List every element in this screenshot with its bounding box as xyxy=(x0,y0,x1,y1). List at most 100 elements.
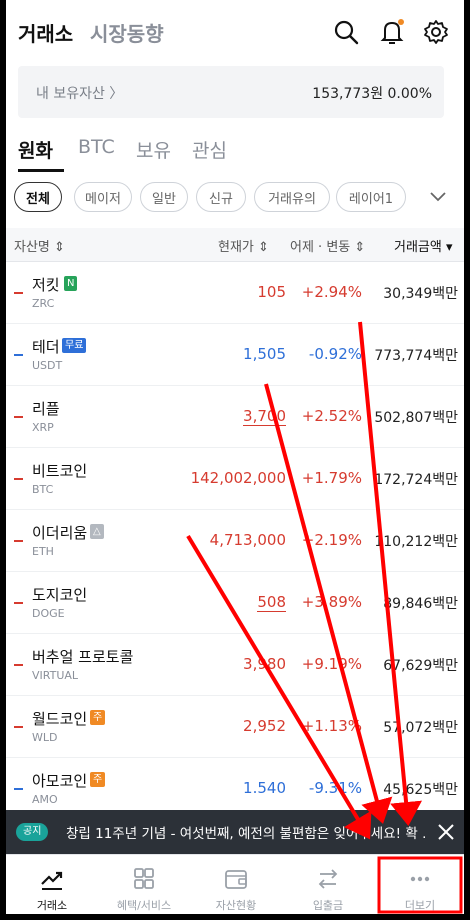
app-screen: 거래소 시장동향 내 보유자산 〉 153,773원 0.00% 원화 BTC … xyxy=(6,0,464,914)
search-icon[interactable] xyxy=(332,18,360,46)
trade-volume: 89,846백만 xyxy=(383,596,458,612)
coin-row[interactable]: 이더리움 △ ETH 4,713,000 +2.19% 110,212백만 xyxy=(6,510,464,572)
coin-symbol: WLD xyxy=(32,731,58,744)
coin-row[interactable]: 버추얼 프로토콜 VIRTUAL 3,980 +9.19% 67,629백만 xyxy=(6,634,464,696)
coin-row[interactable]: 저킷 N ZRC 105 +2.94% 30,349백만 xyxy=(6,262,464,324)
coin-name: 저킷 xyxy=(32,276,60,294)
coin-badge: N xyxy=(64,276,78,291)
col-volume[interactable]: 거래금액 ▾ xyxy=(394,236,453,255)
mini-candle-marker xyxy=(14,602,23,604)
notice-banner[interactable]: 공지 창립 11주년 기념 - 여섯번째, 예전의 불편함은 잊어주세요! 확 … xyxy=(6,810,464,854)
wallet-icon xyxy=(225,870,247,889)
coin-badge: 주 xyxy=(90,710,106,725)
coin-row[interactable]: 도지코인 DOGE 508 +3.89% 89,846백만 xyxy=(6,572,464,634)
notice-badge: 공지 xyxy=(16,823,49,841)
col-asset-name[interactable]: 자산명 ⇕ xyxy=(14,236,65,255)
chip-caution[interactable]: 거래유의 xyxy=(254,182,330,212)
tab-btc[interactable]: BTC xyxy=(78,136,115,158)
daily-change: -9.31% xyxy=(308,779,362,797)
nav-label: 거래소 xyxy=(36,899,68,912)
coin-row[interactable]: 비트코인 BTC 142,002,000 +1.79% 172,724백만 xyxy=(6,448,464,510)
coin-name: 월드코인 xyxy=(32,710,88,728)
current-price: 3,980 xyxy=(243,655,286,673)
nav-deposit-withdraw[interactable]: 입출금 xyxy=(282,855,374,914)
daily-change: +1.79% xyxy=(301,469,362,487)
trend-chart-icon xyxy=(41,871,63,890)
mini-candle-marker xyxy=(14,664,23,666)
coin-badge: △ xyxy=(90,524,104,539)
chip-new[interactable]: 신규 xyxy=(196,182,246,212)
coin-name: 아모코인 xyxy=(32,772,88,790)
bell-icon[interactable] xyxy=(378,18,406,46)
coin-name: 이더리움 xyxy=(32,524,88,542)
market-tabs: 원화 BTC 보유 관심 xyxy=(6,132,464,172)
tab-holdings[interactable]: 보유 xyxy=(136,136,171,163)
daily-change: +2.19% xyxy=(301,531,362,549)
nav-assets[interactable]: 자산현황 xyxy=(190,855,282,914)
coin-row[interactable]: 테더 무료 USDT 1,505 -0.92% 773,774백만 xyxy=(6,324,464,386)
nav-benefits[interactable]: 혜택/서비스 xyxy=(98,855,190,914)
coin-symbol: DOGE xyxy=(32,607,65,620)
coin-symbol: XRP xyxy=(32,421,54,434)
chip-all[interactable]: 전체 xyxy=(14,182,62,212)
page-title[interactable]: 거래소 xyxy=(18,18,73,47)
filter-chips: 전체 메이저 일반 신규 거래유의 레이어1 xyxy=(6,182,464,216)
daily-change: +2.52% xyxy=(301,407,362,425)
trade-volume: 110,212백만 xyxy=(374,534,458,550)
chip-major[interactable]: 메이저 xyxy=(74,182,132,212)
current-price: 4,713,000 xyxy=(209,531,286,549)
coin-name: 리플 xyxy=(32,400,60,418)
mini-candle-marker xyxy=(14,540,23,542)
tab-favorites[interactable]: 관심 xyxy=(192,136,227,163)
notice-text[interactable]: 창립 11주년 기념 - 여섯번째, 예전의 불편함은 잊어주세요! 확 … xyxy=(66,822,426,842)
coin-badge: 무료 xyxy=(62,338,87,353)
nav-exchange[interactable]: 거래소 xyxy=(6,855,98,914)
mini-candle-marker xyxy=(14,788,23,790)
coin-symbol: ZRC xyxy=(32,297,55,310)
mini-candle-marker xyxy=(14,726,23,728)
chip-layer1[interactable]: 레이어1 xyxy=(336,182,406,212)
daily-change: +3.89% xyxy=(301,593,362,611)
transfer-arrows-icon xyxy=(318,869,338,889)
coin-symbol: BTC xyxy=(32,483,54,496)
column-header: 자산명 ⇕ 현재가 ⇕ 어제 · 변동 ⇕ 거래금액 ▾ xyxy=(6,228,464,262)
daily-change: +2.94% xyxy=(301,283,362,301)
coin-name: 비트코인 xyxy=(32,462,88,480)
my-assets-box[interactable]: 내 보유자산 〉 153,773원 0.00% xyxy=(18,66,444,118)
coin-name: 도지코인 xyxy=(32,586,88,604)
current-price: 142,002,000 xyxy=(190,469,286,487)
top-header: 거래소 시장동향 xyxy=(6,0,464,66)
grid-icon xyxy=(134,868,154,889)
coin-name: 테더 xyxy=(32,338,60,356)
trade-volume: 502,807백만 xyxy=(374,410,458,426)
current-price: 2,952 xyxy=(243,717,286,735)
col-change[interactable]: 어제 · 변동 ⇕ xyxy=(290,236,365,255)
current-price: 1.540 xyxy=(243,779,286,797)
col-price[interactable]: 현재가 ⇕ xyxy=(218,236,269,255)
current-price: 3,700 xyxy=(243,407,286,426)
my-assets-label: 내 보유자산 〉 xyxy=(36,86,124,102)
trade-volume: 773,774백만 xyxy=(374,348,458,364)
market-trend-tab[interactable]: 시장동향 xyxy=(90,18,164,47)
coin-symbol: ETH xyxy=(32,545,54,558)
tab-krw[interactable]: 원화 xyxy=(18,136,53,163)
nav-more[interactable]: 더보기 xyxy=(374,855,464,914)
coin-row[interactable]: 리플 XRP 3,700 +2.52% 502,807백만 xyxy=(6,386,464,448)
nav-label: 혜택/서비스 xyxy=(116,899,172,912)
close-icon[interactable] xyxy=(436,822,456,842)
nav-label: 입출금 xyxy=(312,899,344,912)
mini-candle-marker xyxy=(14,292,23,294)
current-price: 1,505 xyxy=(243,345,286,363)
coin-symbol: USDT xyxy=(32,359,63,372)
coin-symbol: VIRTUAL xyxy=(32,669,79,682)
gear-icon[interactable] xyxy=(422,18,450,46)
chip-general[interactable]: 일반 xyxy=(140,182,188,212)
coin-row[interactable]: 월드코인 주 WLD 2,952 +1.13% 57,072백만 xyxy=(6,696,464,758)
coin-badge: 주 xyxy=(90,772,106,787)
current-price: 508 xyxy=(257,593,286,612)
chevron-down-icon[interactable] xyxy=(428,188,448,206)
mini-candle-marker xyxy=(14,416,23,418)
nav-label: 더보기 xyxy=(404,899,436,912)
active-tab-indicator xyxy=(18,169,64,172)
daily-change: +1.13% xyxy=(301,717,362,735)
